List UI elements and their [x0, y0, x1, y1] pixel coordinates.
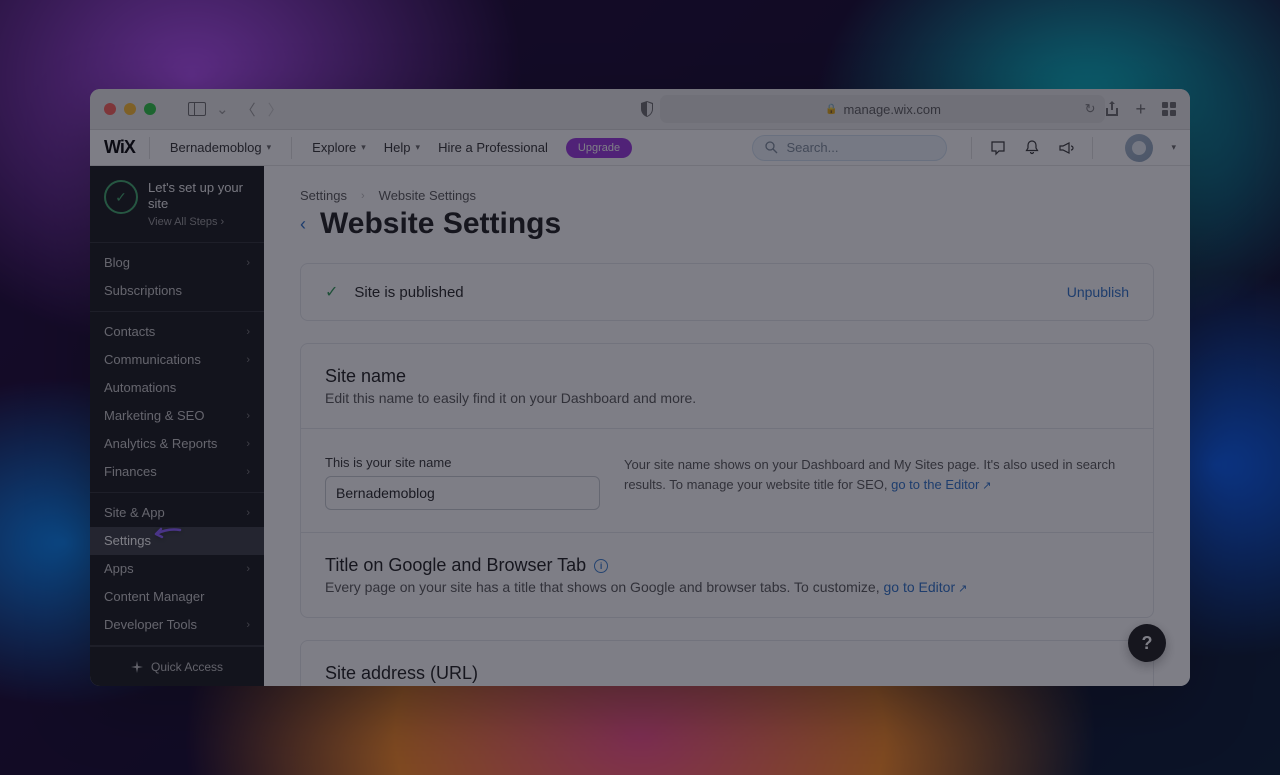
dim-overlay: [0, 0, 1280, 775]
